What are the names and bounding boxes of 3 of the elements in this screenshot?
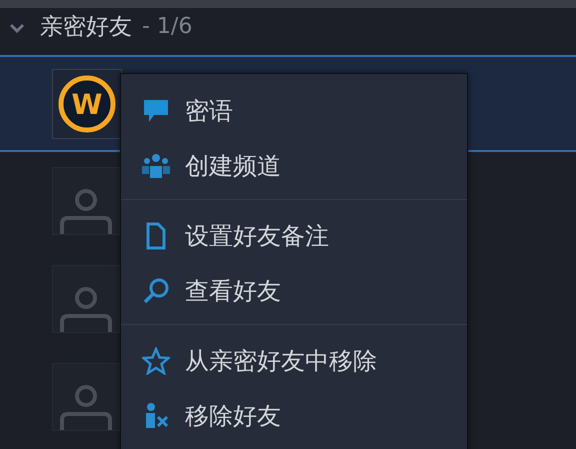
game-logo-icon: W: [57, 74, 117, 134]
friend-count: - 1/6: [142, 13, 192, 41]
section-title: 亲密好友: [40, 13, 132, 42]
